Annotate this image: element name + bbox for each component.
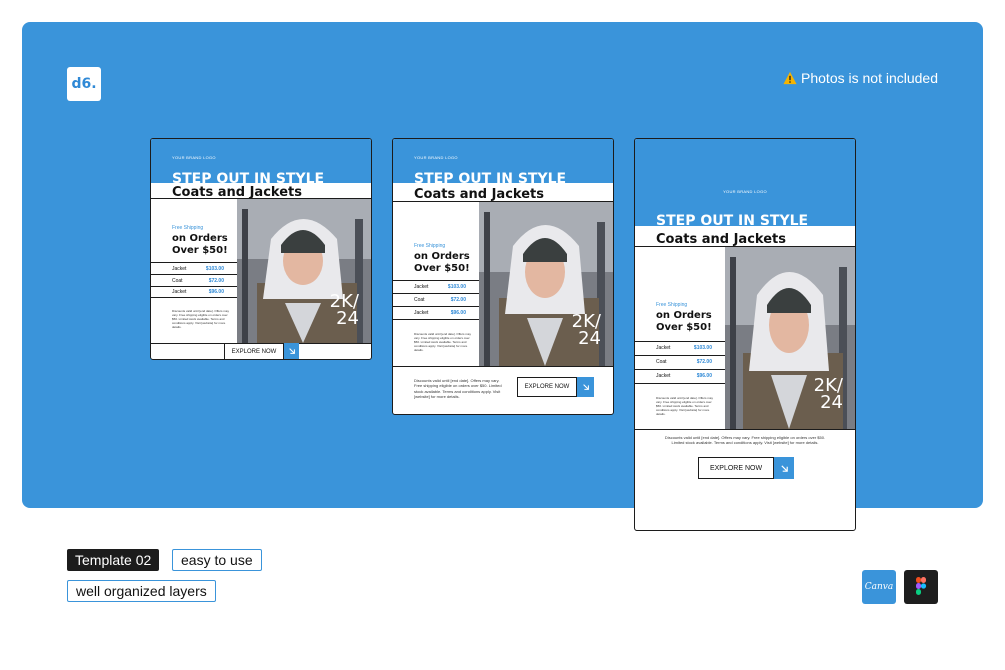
tag-easy-to-use: easy to use bbox=[172, 549, 262, 571]
divider bbox=[151, 286, 237, 287]
cta-label: EXPLORE NOW bbox=[698, 457, 774, 479]
tag-organized-layers: well organized layers bbox=[67, 580, 216, 602]
tag-template: Template 02 bbox=[67, 549, 160, 571]
divider bbox=[635, 341, 725, 342]
photos-notice-text: Photos is not included bbox=[801, 70, 938, 86]
photos-notice: Photos is not included bbox=[783, 70, 938, 86]
arrow-icon bbox=[284, 343, 299, 359]
product-name: Jacket bbox=[656, 373, 671, 379]
product-price: $96.00 bbox=[208, 289, 224, 295]
divider bbox=[635, 355, 725, 356]
cta-label: EXPLORE NOW bbox=[517, 377, 577, 397]
free-shipping-label: Free Shipping bbox=[656, 302, 688, 308]
brand-logo-placeholder: YOUR BRAND LOGO bbox=[172, 155, 216, 160]
canva-icon: Canva bbox=[862, 570, 896, 604]
explore-now-button[interactable]: EXPLORE NOW bbox=[224, 343, 299, 359]
disclaimer: Discounts valid until [end date]. Offers… bbox=[664, 435, 826, 446]
season-badge: 2K/ 24 bbox=[571, 311, 601, 350]
product-row: Jacket $103.00 bbox=[656, 345, 712, 351]
product-price: $72.00 bbox=[450, 297, 466, 303]
divider bbox=[151, 274, 237, 275]
free-shipping-label: Free Shipping bbox=[414, 243, 446, 249]
explore-now-button[interactable]: EXPLORE NOW bbox=[698, 457, 794, 479]
product-row: Jacket $96.00 bbox=[656, 373, 712, 379]
product-name: Jacket bbox=[172, 266, 187, 272]
brand-logo-placeholder: YOUR BRAND LOGO bbox=[723, 189, 767, 194]
product-price: $72.00 bbox=[208, 278, 224, 284]
product-row: Coat $72.00 bbox=[656, 359, 712, 365]
subheadline: Coats and Jackets bbox=[414, 187, 544, 201]
season-badge: 2K/ 24 bbox=[813, 375, 843, 414]
free-shipping-label: Free Shipping bbox=[172, 225, 204, 231]
divider bbox=[635, 429, 855, 430]
divider bbox=[393, 319, 479, 320]
arrow-icon bbox=[774, 457, 794, 479]
product-row: Coat $72.00 bbox=[172, 278, 224, 284]
product-name: Coat bbox=[656, 359, 667, 365]
divider bbox=[151, 297, 237, 298]
product-price: $103.00 bbox=[693, 345, 712, 351]
product-row: Jacket $96.00 bbox=[414, 310, 466, 316]
product-row: Jacket $96.00 bbox=[172, 289, 224, 295]
product-name: Jacket bbox=[172, 289, 187, 295]
product-name: Jacket bbox=[414, 310, 429, 316]
template-preview-square[interactable]: YOUR BRAND LOGO STEP OUT IN STYLE Coats … bbox=[150, 138, 372, 360]
disclaimer: Discounts valid until [end date]. Offers… bbox=[656, 396, 713, 417]
template-preview-portrait[interactable]: YOUR BRAND LOGO STEP OUT IN STYLE Coats … bbox=[392, 138, 614, 415]
subheadline: Coats and Jackets bbox=[656, 232, 786, 246]
subheadline: Coats and Jackets bbox=[172, 185, 302, 198]
warning-icon bbox=[783, 71, 797, 85]
disclaimer: Discounts valid until [end date]. Offers… bbox=[414, 332, 471, 353]
divider bbox=[393, 366, 613, 367]
brand-logo: d6. bbox=[67, 67, 101, 101]
product-name: Coat bbox=[172, 278, 183, 284]
divider bbox=[635, 369, 725, 370]
disclaimer: Discounts valid until [end date]. Offers… bbox=[414, 378, 502, 400]
product-name: Coat bbox=[414, 297, 425, 303]
disclaimer: Discounts valid until [end date]. Offers… bbox=[172, 309, 229, 330]
offer-text: on Orders Over $50! bbox=[172, 233, 228, 256]
product-price: $103.00 bbox=[205, 266, 224, 272]
divider bbox=[393, 280, 479, 281]
headline: STEP OUT IN STYLE bbox=[414, 171, 567, 183]
cta-label: EXPLORE NOW bbox=[224, 343, 284, 359]
divider bbox=[393, 306, 479, 307]
product-price: $72.00 bbox=[696, 359, 712, 365]
product-row: Jacket $103.00 bbox=[414, 284, 466, 290]
arrow-icon bbox=[577, 377, 594, 397]
product-price: $103.00 bbox=[447, 284, 466, 290]
season-badge: 2K/ 24 bbox=[329, 291, 359, 330]
divider bbox=[151, 262, 237, 263]
brand-logo-placeholder: YOUR BRAND LOGO bbox=[414, 155, 458, 160]
offer-text: on Orders Over $50! bbox=[656, 310, 712, 333]
product-price: $96.00 bbox=[696, 373, 712, 379]
product-row: Coat $72.00 bbox=[414, 297, 466, 303]
product-name: Jacket bbox=[414, 284, 429, 290]
headline: STEP OUT IN STYLE bbox=[656, 213, 809, 226]
figma-icon bbox=[904, 570, 938, 604]
template-preview-story[interactable]: YOUR BRAND LOGO STEP OUT IN STYLE Coats … bbox=[634, 138, 856, 531]
divider bbox=[393, 293, 479, 294]
divider bbox=[635, 383, 725, 384]
explore-now-button[interactable]: EXPLORE NOW bbox=[517, 377, 594, 397]
product-name: Jacket bbox=[656, 345, 671, 351]
product-price: $96.00 bbox=[450, 310, 466, 316]
product-row: Jacket $103.00 bbox=[172, 266, 224, 272]
headline: STEP OUT IN STYLE bbox=[172, 171, 325, 183]
offer-text: on Orders Over $50! bbox=[414, 251, 470, 274]
